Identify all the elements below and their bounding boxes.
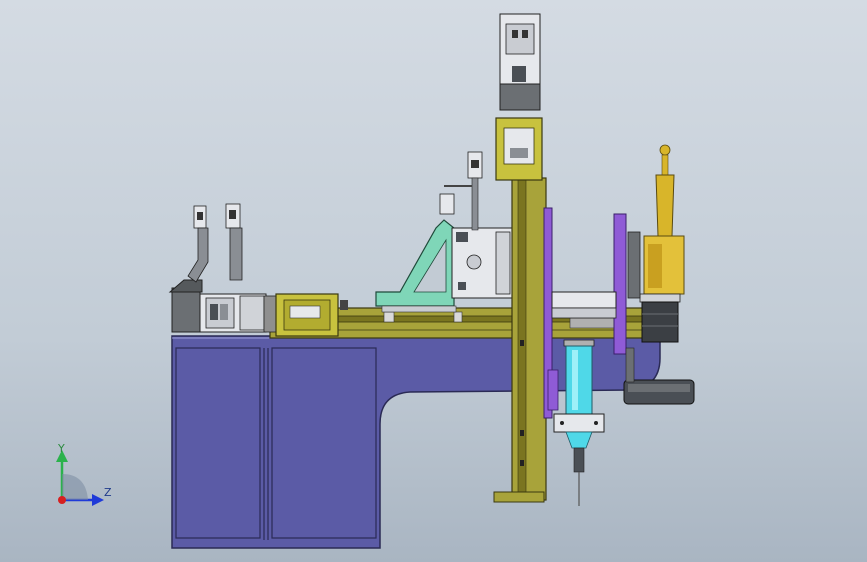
right-horizontal-arm [551, 291, 617, 319]
green-gusset-bracket [375, 219, 457, 313]
triad-y-label: Y [58, 442, 65, 455]
machine-assembly-drawing [56, 13, 695, 549]
top-vertical-motor [495, 13, 543, 181]
middle-mount-block [451, 227, 519, 299]
triad-z-label: Z [104, 486, 112, 499]
left-cable-connectors [187, 203, 243, 283]
middle-cable-connector [439, 151, 483, 231]
axis-triad-icon [56, 450, 104, 506]
left-motor-assembly [168, 279, 277, 333]
rail-carriage-block [275, 293, 339, 337]
cad-viewport[interactable]: Y Z [0, 0, 867, 562]
